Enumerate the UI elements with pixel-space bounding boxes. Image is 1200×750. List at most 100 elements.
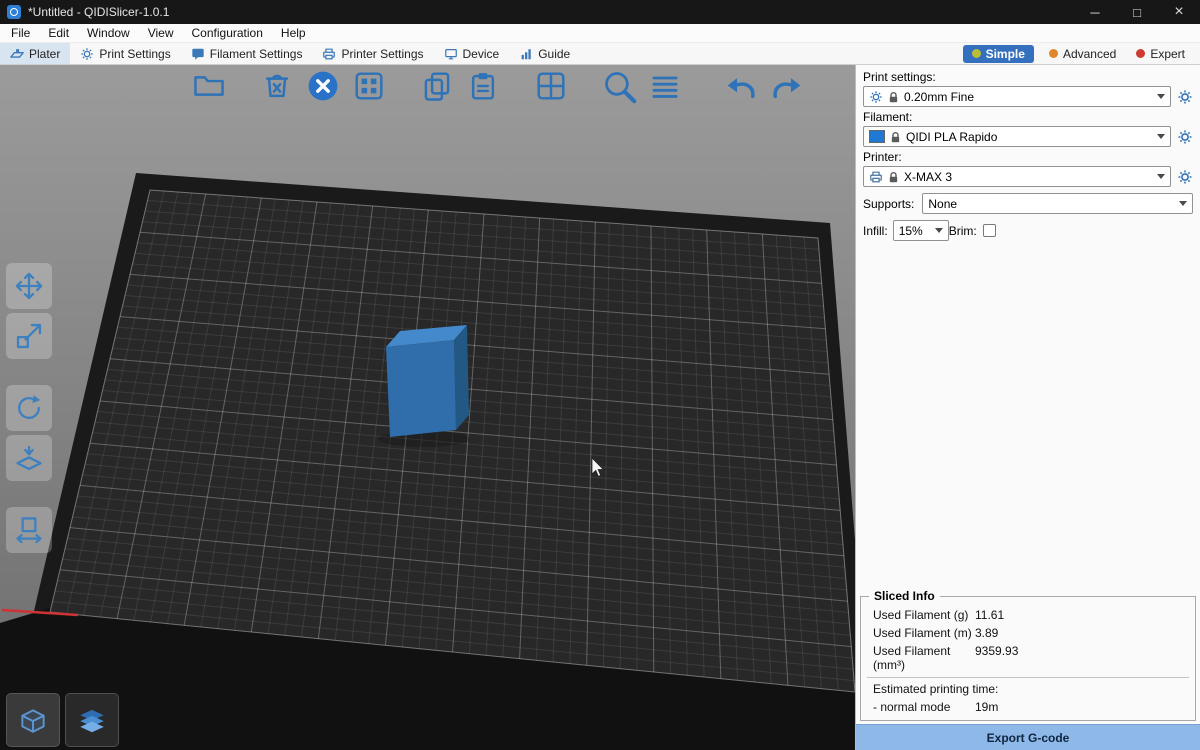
- printer-gear-button[interactable]: [1177, 169, 1193, 185]
- plater-icon: [10, 47, 24, 61]
- close-button[interactable]: ×: [1158, 0, 1200, 24]
- chevron-down-icon: [1157, 134, 1165, 139]
- infill-label: Infill:: [863, 224, 888, 238]
- redo-button[interactable]: [768, 67, 806, 105]
- window-title: *Untitled - QIDISlicer-1.0.1: [28, 5, 169, 19]
- printer-value: X-MAX 3: [904, 170, 952, 184]
- title-bar: *Untitled - QIDISlicer-1.0.1 ─ □ ×: [0, 0, 1200, 24]
- top-toolbar: [190, 67, 806, 105]
- window-controls: ─ □ ×: [1074, 0, 1200, 24]
- mode-switcher: Simple Advanced Expert: [963, 43, 1200, 64]
- 3d-editor-icon: [17, 704, 49, 736]
- infill-select[interactable]: 15%: [893, 220, 949, 241]
- delete-button[interactable]: [258, 67, 296, 105]
- paste-button[interactable]: [464, 67, 502, 105]
- printer-select[interactable]: X-MAX 3: [863, 166, 1171, 187]
- sidebar-content: Print settings: 0.20mm: [856, 65, 1200, 241]
- undo-icon: [724, 69, 758, 103]
- measure-button[interactable]: [6, 507, 52, 553]
- rotate-icon: [14, 393, 44, 423]
- brim-checkbox[interactable]: [983, 224, 996, 237]
- tab-plater[interactable]: Plater: [0, 43, 70, 64]
- move-icon: [14, 271, 44, 301]
- delete-all-icon: [306, 69, 340, 103]
- open-folder-icon: [193, 70, 225, 102]
- scale-button[interactable]: [6, 313, 52, 359]
- view-toggles: [6, 693, 119, 747]
- model-cube[interactable]: [386, 325, 469, 437]
- sliced-info-row: Used Filament (m) 3.89: [867, 624, 1189, 642]
- menu-item-window[interactable]: Window: [78, 24, 139, 43]
- preview-view-button[interactable]: [65, 693, 119, 747]
- filament-value: QIDI PLA Rapido: [906, 130, 997, 144]
- app-logo-icon: [7, 5, 21, 19]
- menu-item-help[interactable]: Help: [272, 24, 315, 43]
- undo-button[interactable]: [722, 67, 760, 105]
- mode-expert[interactable]: Expert: [1131, 45, 1190, 63]
- settings-sidebar: Print settings: 0.20mm: [855, 65, 1200, 750]
- mode-advanced[interactable]: Advanced: [1044, 45, 1121, 63]
- print-settings-label: Print settings:: [863, 70, 1193, 84]
- tab-guide[interactable]: Guide: [509, 43, 580, 64]
- menu-item-edit[interactable]: Edit: [39, 24, 78, 43]
- mode-simple[interactable]: Simple: [963, 45, 1034, 63]
- tab-label: Guide: [538, 47, 570, 61]
- measure-icon: [14, 515, 44, 545]
- place-on-face-button[interactable]: [6, 435, 52, 481]
- rotate-button[interactable]: [6, 385, 52, 431]
- filament-icon: [191, 47, 205, 61]
- move-button[interactable]: [6, 263, 52, 309]
- cube-front-face: [386, 340, 456, 437]
- 3d-scene[interactable]: [0, 65, 855, 750]
- delete-all-button[interactable]: [304, 67, 342, 105]
- variable-layer-height-icon: [649, 70, 681, 102]
- supports-select[interactable]: None: [922, 193, 1193, 214]
- menu-item-view[interactable]: View: [139, 24, 183, 43]
- chevron-down-icon: [935, 228, 943, 233]
- 3d-viewport[interactable]: [0, 65, 855, 750]
- tab-label: Filament Settings: [210, 47, 303, 61]
- split-button[interactable]: [532, 67, 570, 105]
- lock-icon: [888, 171, 899, 183]
- tab-device[interactable]: Device: [434, 43, 510, 64]
- chevron-down-icon: [1157, 174, 1165, 179]
- scale-icon: [14, 321, 44, 351]
- sliced-info-row: Estimated printing time:: [867, 677, 1189, 698]
- filament-gear-button[interactable]: [1177, 129, 1193, 145]
- brim-label: Brim:: [949, 224, 977, 238]
- print-settings-select[interactable]: 0.20mm Fine: [863, 86, 1171, 107]
- minimize-button[interactable]: ─: [1074, 0, 1116, 24]
- tab-filament-settings[interactable]: Filament Settings: [181, 43, 313, 64]
- tab-label: Print Settings: [99, 47, 170, 61]
- mode-dot-icon: [1049, 49, 1058, 58]
- layer-height-button[interactable]: [646, 67, 684, 105]
- export-gcode-button[interactable]: Export G-code: [856, 724, 1200, 750]
- tab-printer-settings[interactable]: Printer Settings: [312, 43, 433, 64]
- search-icon: [601, 68, 637, 104]
- redo-icon: [770, 69, 804, 103]
- gear-icon: [869, 90, 883, 104]
- gear-icon: [80, 47, 94, 61]
- maximize-button[interactable]: □: [1116, 0, 1158, 24]
- print-settings-gear-button[interactable]: [1177, 89, 1193, 105]
- arrange-button[interactable]: [350, 67, 388, 105]
- print-settings-value: 0.20mm Fine: [904, 90, 974, 104]
- copy-icon: [421, 70, 453, 102]
- open-button[interactable]: [190, 67, 228, 105]
- lock-icon: [890, 131, 901, 143]
- tab-label: Printer Settings: [341, 47, 423, 61]
- copy-button[interactable]: [418, 67, 456, 105]
- menu-bar: File Edit Window View Configuration Help: [0, 24, 1200, 43]
- search-button[interactable]: [600, 67, 638, 105]
- cube-side-face: [454, 325, 469, 430]
- delete-icon: [261, 70, 293, 102]
- editor-view-button[interactable]: [6, 693, 60, 747]
- menu-item-file[interactable]: File: [2, 24, 39, 43]
- tab-print-settings[interactable]: Print Settings: [70, 43, 180, 64]
- paste-icon: [467, 70, 499, 102]
- sliced-info-title: Sliced Info: [869, 589, 940, 603]
- preview-layers-icon: [76, 704, 108, 736]
- supports-label: Supports:: [863, 197, 914, 211]
- menu-item-configuration[interactable]: Configuration: [183, 24, 272, 43]
- filament-select[interactable]: QIDI PLA Rapido: [863, 126, 1171, 147]
